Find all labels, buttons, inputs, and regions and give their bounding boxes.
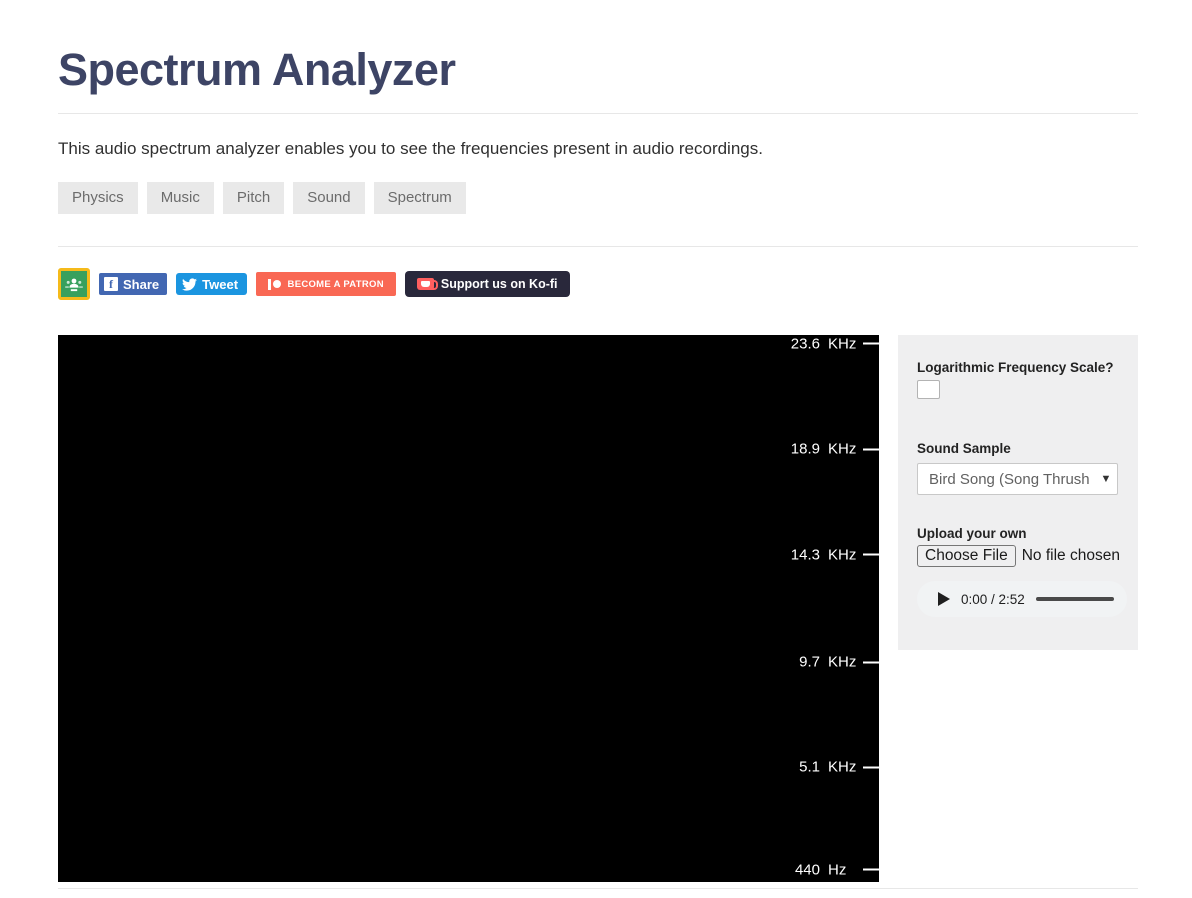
- freq-axis-tick: 5.1 KHz: [799, 759, 879, 776]
- page-title: Spectrum Analyzer: [58, 44, 456, 95]
- tick-mark-icon: [863, 553, 879, 556]
- freq-tick-value: 18.9: [790, 440, 820, 458]
- freq-tick-unit: KHz: [828, 653, 857, 671]
- page-root: Spectrum Analyzer This audio spectrum an…: [0, 0, 1192, 898]
- log-scale-checkbox[interactable]: [917, 380, 940, 399]
- file-status-text: No file chosen: [1021, 547, 1120, 564]
- controls-panel: Logarithmic Frequency Scale? Sound Sampl…: [898, 335, 1138, 650]
- facebook-icon: f: [104, 277, 118, 291]
- tag-list: Physics Music Pitch Sound Spectrum: [58, 182, 466, 214]
- tick-mark-icon: [863, 448, 879, 451]
- tag-pitch[interactable]: Pitch: [222, 182, 285, 214]
- log-scale-label: Logarithmic Frequency Scale?: [917, 360, 1114, 375]
- page-description: This audio spectrum analyzer enables you…: [58, 139, 763, 158]
- chevron-down-icon: ▼: [1100, 473, 1112, 485]
- facebook-share-button[interactable]: f Share: [99, 273, 168, 295]
- google-classroom-icon: [65, 278, 83, 292]
- kofi-button[interactable]: Support us on Ko-fi: [404, 271, 570, 297]
- divider-bottom: [58, 888, 1138, 889]
- divider-social: [58, 246, 1138, 247]
- twitter-bird-icon: [182, 277, 198, 291]
- audio-progress-slider[interactable]: [1035, 597, 1114, 601]
- patreon-button[interactable]: BECOME A PATRON: [256, 272, 396, 296]
- divider-top: [58, 113, 1138, 114]
- patreon-label: BECOME A PATRON: [287, 278, 384, 290]
- choose-file-button[interactable]: Choose File: [917, 545, 1016, 567]
- tag-music[interactable]: Music: [146, 182, 214, 214]
- facebook-share-label: Share: [123, 276, 160, 292]
- sound-sample-select[interactable]: Bird Song (Song Thrush ▼: [917, 463, 1118, 495]
- freq-tick-value: 440: [794, 861, 820, 879]
- freq-axis-tick: 9.7 KHz: [799, 654, 879, 671]
- tick-mark-icon: [863, 868, 879, 871]
- freq-tick-unit: Hz: [828, 861, 847, 879]
- freq-axis-tick: 14.3 KHz: [791, 546, 879, 563]
- freq-axis-tick: 18.9 KHz: [791, 441, 879, 458]
- audio-player: 0:00 / 2:52: [917, 581, 1127, 617]
- freq-tick-value: 5.1: [799, 758, 820, 776]
- social-share-bar: f Share Tweet BECOME A PATRON Support us…: [58, 267, 570, 301]
- freq-tick-unit: KHz: [828, 335, 857, 353]
- audio-time-display: 0:00 / 2:52: [961, 591, 1025, 607]
- sound-sample-value: Bird Song (Song Thrush: [929, 470, 1090, 488]
- tick-mark-icon: [863, 661, 879, 664]
- tick-mark-icon: [863, 342, 879, 345]
- kofi-label: Support us on Ko-fi: [440, 277, 558, 291]
- spectrogram-canvas[interactable]: 23.6 KHz 18.9 KHz 14.3 KHz 9.7 KHz 5.1 K…: [58, 335, 879, 882]
- freq-tick-unit: KHz: [828, 546, 857, 564]
- file-upload-row: Choose File No file chosen: [917, 545, 1120, 567]
- play-icon[interactable]: [938, 592, 950, 606]
- kofi-cup-icon: [416, 278, 438, 290]
- freq-tick-value: 9.7: [799, 653, 820, 671]
- freq-tick-unit: KHz: [828, 440, 857, 458]
- twitter-tweet-button[interactable]: Tweet: [176, 273, 248, 295]
- freq-axis-tick: 23.6 KHz: [791, 335, 879, 352]
- tag-physics[interactable]: Physics: [58, 182, 138, 214]
- patreon-icon: [268, 278, 281, 290]
- freq-tick-value: 23.6: [790, 335, 820, 353]
- sound-sample-label: Sound Sample: [917, 441, 1011, 456]
- google-classroom-share-button[interactable]: [58, 268, 90, 300]
- tag-sound[interactable]: Sound: [293, 182, 365, 214]
- upload-label: Upload your own: [917, 526, 1027, 541]
- tag-spectrum[interactable]: Spectrum: [373, 182, 466, 214]
- freq-tick-value: 14.3: [790, 546, 820, 564]
- tick-mark-icon: [863, 766, 879, 769]
- freq-axis-tick: 440 Hz: [795, 861, 879, 878]
- twitter-tweet-label: Tweet: [202, 276, 239, 292]
- freq-tick-unit: KHz: [828, 758, 857, 776]
